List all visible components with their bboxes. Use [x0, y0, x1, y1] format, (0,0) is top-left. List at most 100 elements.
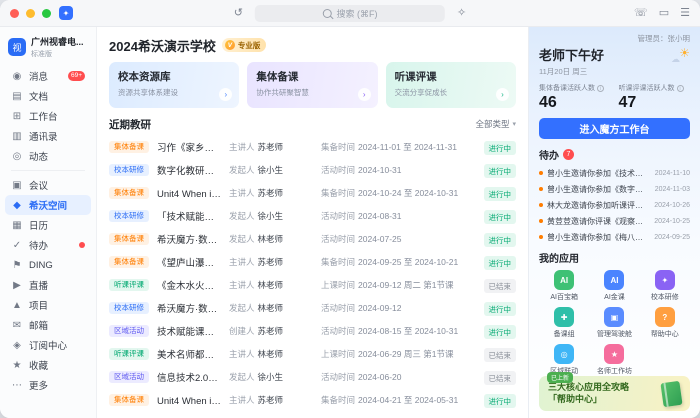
- workspace-icon[interactable]: ✦: [59, 6, 73, 20]
- sidebar-item-projects[interactable]: ▲项目: [5, 295, 91, 315]
- activity-row[interactable]: 校本研修希沃魔方·数字化评价工具应用指导营发起人林老师活动时间2024-09-1…: [109, 296, 516, 319]
- sidebar-item-seewo-space[interactable]: ◆希沃空间: [5, 195, 91, 215]
- info-icon[interactable]: i: [597, 85, 604, 92]
- arrow-icon: ›: [496, 88, 509, 101]
- phone-icon[interactable]: ☏: [634, 8, 648, 19]
- stat-label: 集体备课活跃人数: [539, 83, 595, 93]
- search-input[interactable]: 搜索 (⌘F): [255, 5, 445, 22]
- activity-title: 希沃魔方·数字化评价工具应用指导营: [157, 301, 221, 315]
- search-placeholder: 搜索 (⌘F): [337, 7, 378, 20]
- app-item[interactable]: ★名师工作坊: [589, 344, 639, 376]
- enter-workbench-button[interactable]: 进入魔方工作台: [539, 118, 690, 139]
- sidebar-item-contacts[interactable]: ▥通讯录: [5, 126, 91, 146]
- activity-tag: 集体备课: [109, 187, 149, 199]
- app-item[interactable]: AIAI金课: [589, 270, 639, 302]
- activity-tag: 集体备课: [109, 141, 149, 153]
- sidebar-item-label: 工作台: [29, 109, 58, 123]
- activity-row[interactable]: 校本研修数字化教研管理能力提升训练营(面向管理员)发起人徐小生活动时间2024-…: [109, 158, 516, 181]
- sidebar-menu: ◉消息69+▤文档⊞工作台▥通讯录◎动态▣会议◆希沃空间▦日历✓待办⚑DING▶…: [0, 64, 96, 418]
- sidebar-item-live[interactable]: ▶直播: [5, 275, 91, 295]
- todo-item[interactable]: 黄荳荳邀请你评课《观察物体》...2024-10-25: [539, 213, 690, 229]
- sidebar-item-favorites[interactable]: ★收藏: [5, 355, 91, 375]
- help-center-banner[interactable]: 已上新 三大核心应用全攻略 「帮助中心」: [539, 376, 690, 411]
- activity-row[interactable]: 听课评课美术名师都必看的互动课堂公开课主讲人林老师上课时间2024-06-29 …: [109, 342, 516, 365]
- sidebar-item-meeting[interactable]: ▣会议: [5, 175, 91, 195]
- app-item[interactable]: ?帮助中心: [640, 307, 690, 339]
- activity-title: 希沃魔方·数字化教研管理能力提升训练营: [157, 232, 221, 246]
- activity-title: Unit4 When is the art show? 第2课时: [157, 186, 221, 200]
- window-controls: [10, 9, 51, 18]
- live-icon: ▶: [11, 280, 23, 291]
- minimize-button[interactable]: [26, 9, 35, 18]
- close-button[interactable]: [10, 9, 19, 18]
- sidebar-item-more[interactable]: ⋯更多: [5, 375, 91, 395]
- status-badge: 进行中: [484, 210, 517, 224]
- stat-collective-prep: 集体备课活跃人数 i 46: [539, 83, 611, 112]
- org-edition: 标准版: [31, 49, 84, 59]
- activity-row[interactable]: 区域活动信息技术2.0时代教师数字素养提升成果展示发起人徐小生活动时间2024-…: [109, 365, 516, 388]
- right-panel: 管理员：张小明 老师下午好 ☀ ☁ 11月20日 周三 集体备课活跃人数 i 4…: [528, 27, 700, 418]
- sidebar-item-label: 收藏: [29, 358, 48, 372]
- info-icon[interactable]: i: [677, 85, 684, 92]
- activity-row[interactable]: 校本研修「技术赋能课堂变革」AI助力教师教学专业成长发起人徐小生活动时间2024…: [109, 204, 516, 227]
- app-icon: ★: [604, 344, 624, 364]
- card-lesson-review[interactable]: 听课评课 交流分享促成长 ›: [386, 62, 516, 108]
- sidebar-item-calendar[interactable]: ▦日历: [5, 215, 91, 235]
- status-badge: 已结束: [484, 371, 517, 385]
- ai-sparkle-icon[interactable]: ✧: [457, 8, 466, 19]
- activity-tag: 校本研修: [109, 302, 149, 314]
- todo-item[interactable]: 林大龙邀请你参加听课评课活...2024-10-26: [539, 197, 690, 213]
- activity-time: 上课时间2024-09-12 周二 第1节课: [321, 279, 471, 291]
- content: 视 广州视睿电... 标准版 ◉消息69+▤文档⊞工作台▥通讯录◎动态 ▣会议◆希…: [0, 27, 700, 418]
- org-switcher[interactable]: 视 广州视睿电... 标准版: [0, 27, 96, 64]
- app-item[interactable]: ✦校本研修: [640, 270, 690, 302]
- menu-icon[interactable]: ☰: [680, 8, 690, 19]
- sidebar-item-docs[interactable]: ▤文档: [5, 86, 91, 106]
- card-collective-prep[interactable]: 集体备课 协作共研聚智慧 ›: [247, 62, 377, 108]
- school-header: 2024希沃演示学校 V 专业版: [109, 35, 516, 55]
- activity-time: 集备时间2024-10-24 至 2024-10-31: [321, 187, 471, 199]
- activity-tag: 听课评课: [109, 279, 149, 291]
- sidebar-item-messages[interactable]: ◉消息69+: [5, 66, 91, 86]
- sidebar-item-subscribe-center[interactable]: ◈订阅中心: [5, 335, 91, 355]
- app-icon: ✦: [655, 270, 675, 290]
- history-icon[interactable]: ↺: [234, 8, 243, 19]
- activity-row[interactable]: 集体备课Unit4 When is the art show? 第2课时主讲人苏…: [109, 388, 516, 411]
- chevron-down-icon: ▾: [512, 120, 516, 128]
- app-item[interactable]: ▣管理驾驶舱: [589, 307, 639, 339]
- projects-icon: ▲: [11, 300, 23, 311]
- app-item[interactable]: AIAI百宝箱: [539, 270, 589, 302]
- activity-title: 数字化教研管理能力提升训练营(面向管理员): [157, 163, 221, 177]
- maximize-button[interactable]: [42, 9, 51, 18]
- org-logo: 视: [8, 38, 26, 56]
- activity-row[interactable]: 集体备课习作《家乡的风俗》第1课时主讲人苏老师集备时间2024-11-01 至 …: [109, 135, 516, 158]
- date-text: 11月20日 周三: [539, 66, 690, 77]
- activity-row[interactable]: 集体备课Unit4 When is the art show? 第2课时主讲人苏…: [109, 181, 516, 204]
- monitor-icon[interactable]: ▭: [659, 8, 669, 19]
- app-item[interactable]: ✚备课组: [539, 307, 589, 339]
- sidebar-item-moments[interactable]: ◎动态: [5, 146, 91, 166]
- activity-row[interactable]: 集体备课《望庐山瀑布》主讲人苏老师集备时间2024-09-25 至 2024-1…: [109, 250, 516, 273]
- sidebar-item-mail[interactable]: ✉邮箱: [5, 315, 91, 335]
- todo-count-badge: 7: [563, 149, 574, 160]
- todo-item[interactable]: 曾小生邀请你参加《数字化教研...2024-11-03: [539, 181, 690, 197]
- sidebar-item-ding[interactable]: ⚑DING: [5, 255, 91, 275]
- sidebar-item-todo[interactable]: ✓待办: [5, 235, 91, 255]
- admin-account[interactable]: 管理员：张小明: [539, 33, 690, 44]
- todo-item[interactable]: 曾小生邀请你参加《技术赋能课...2024-11-10: [539, 165, 690, 181]
- sidebar-item-workbench[interactable]: ⊞工作台: [5, 106, 91, 126]
- activity-time: 活动时间2024-07-25: [321, 233, 471, 245]
- weather-icon: ☀ ☁: [672, 48, 690, 62]
- app-icon: ✚: [554, 307, 574, 327]
- todo-item[interactable]: 曾小生邀请你参加《梅八班》集...2024-09-25: [539, 229, 690, 245]
- main-area: 2024希沃演示学校 V 专业版 校本资源库 资源共享体系建设 › 集体备课 协…: [97, 27, 528, 418]
- card-resource-library[interactable]: 校本资源库 资源共享体系建设 ›: [109, 62, 239, 108]
- todo-text: 黄荳荳邀请你评课《观察物体》...: [547, 216, 650, 227]
- type-filter-dropdown[interactable]: 全部类型 ▾: [475, 118, 516, 130]
- activity-row[interactable]: 听课评课《金木水火土》第1课时主讲人林老师上课时间2024-09-12 周二 第…: [109, 273, 516, 296]
- activity-row[interactable]: 区域活动技术赋能课堂深度变革创建人苏老师活动时间2024-08-15 至 202…: [109, 319, 516, 342]
- status-badge: 进行中: [484, 141, 517, 155]
- activity-row[interactable]: 集体备课希沃魔方·数字化教研管理能力提升训练营发起人林老师活动时间2024-07…: [109, 227, 516, 250]
- sidebar-item-label: 希沃空间: [29, 198, 67, 212]
- stat-label: 听课评课活跃人数: [619, 83, 675, 93]
